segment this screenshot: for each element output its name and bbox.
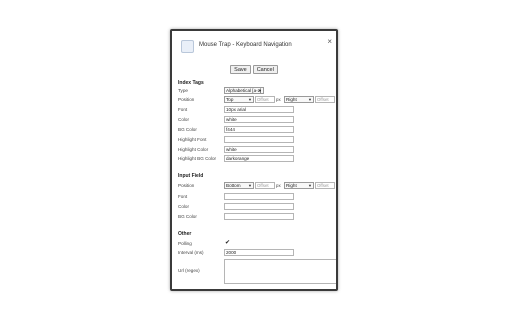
index-highlight-bg-color-row: Highlight BG Color darkorange — [178, 155, 334, 163]
close-icon[interactable]: × — [327, 38, 332, 46]
polling-checkbox[interactable]: ✔ — [224, 240, 231, 247]
index-font-input[interactable]: 10px arial — [224, 106, 294, 113]
input-position-horizontal-select[interactable]: Right ▼ — [284, 182, 314, 189]
index-font-row: Font 10px arial — [178, 106, 334, 114]
index-vertical-offset-input[interactable]: Offset — [255, 96, 275, 103]
input-position-vertical-select[interactable]: Bottom ▼ — [224, 182, 254, 189]
index-bg-color-label: BG Color — [178, 127, 197, 132]
chevron-down-icon: ▼ — [248, 97, 252, 102]
index-color-row: Color white — [178, 116, 334, 124]
input-color-label: Color — [178, 204, 189, 209]
section-heading-index-tags: Index Tags — [178, 80, 204, 86]
chevron-down-icon: ▼ — [308, 97, 312, 102]
input-font-input[interactable] — [224, 193, 294, 200]
dialog-title: Mouse Trap - Keyboard Navigation — [199, 42, 292, 48]
index-highlight-bg-color-input[interactable]: darkorange — [224, 155, 294, 162]
index-color-input[interactable]: white — [224, 116, 294, 123]
index-position-horizontal-select[interactable]: Right ▼ — [284, 96, 314, 103]
chevron-down-icon: ▼ — [308, 183, 312, 188]
index-horizontal-offset-input[interactable]: Offset — [315, 96, 335, 103]
chevron-down-icon: ▼ — [248, 183, 252, 188]
input-bg-color-input[interactable] — [224, 213, 294, 220]
index-type-row: Type Alphabetical [a-z] ▼ — [178, 87, 334, 95]
input-color-row: Color — [178, 203, 334, 211]
url-regex-label: Url (regex) — [178, 268, 200, 273]
interval-row: Interval (ms) 2000 — [178, 249, 334, 257]
polling-label: Polling — [178, 241, 192, 246]
index-highlight-color-label: Highlight Color — [178, 147, 209, 152]
index-highlight-font-label: Highlight Font — [178, 137, 207, 142]
action-bar: Save Cancel — [172, 65, 336, 74]
index-position-horizontal-value: Right — [286, 97, 297, 102]
section-heading-other: Other — [178, 231, 192, 237]
cancel-button[interactable]: Cancel — [252, 65, 278, 74]
mouse-trap-app-icon — [181, 40, 194, 53]
index-highlight-font-input[interactable] — [224, 136, 294, 143]
index-bg-color-input[interactable]: f444 — [224, 126, 294, 133]
section-heading-input-field: Input Field — [178, 173, 204, 179]
url-regex-textarea[interactable] — [224, 259, 336, 284]
input-horizontal-offset-unit: px — [336, 183, 338, 188]
index-highlight-font-row: Highlight Font — [178, 136, 334, 144]
save-button[interactable]: Save — [230, 65, 251, 74]
input-horizontal-offset-input[interactable]: Offset — [315, 182, 335, 189]
input-position-row: Position Bottom ▼ Offset px Right ▼ Offs… — [178, 182, 335, 190]
index-horizontal-offset-unit: px — [336, 97, 338, 102]
input-position-vertical-value: Bottom — [226, 183, 241, 188]
interval-label: Interval (ms) — [178, 250, 204, 255]
index-position-vertical-select[interactable]: Top ▼ — [224, 96, 254, 103]
index-highlight-bg-color-label: Highlight BG Color — [178, 156, 217, 161]
index-type-select[interactable]: Alphabetical [a-z] ▼ — [224, 87, 264, 94]
index-type-label: Type — [178, 88, 188, 93]
input-position-horizontal-value: Right — [286, 183, 297, 188]
input-vertical-offset-input[interactable]: Offset — [255, 182, 275, 189]
index-bg-color-row: BG Color f444 — [178, 126, 334, 134]
input-font-row: Font — [178, 193, 334, 201]
index-highlight-color-row: Highlight Color white — [178, 146, 334, 154]
input-vertical-offset-unit: px — [276, 183, 281, 188]
index-position-vertical-value: Top — [226, 97, 234, 102]
url-regex-row: Url (regex) — [178, 259, 336, 285]
index-type-value: Alphabetical [a-z] — [226, 88, 262, 93]
settings-dialog: Mouse Trap - Keyboard Navigation × Save … — [170, 29, 338, 291]
dialog-header: Mouse Trap - Keyboard Navigation × — [172, 31, 336, 61]
index-highlight-color-input[interactable]: white — [224, 146, 294, 153]
chevron-down-icon: ▼ — [258, 88, 262, 93]
input-font-label: Font — [178, 194, 188, 199]
input-position-label: Position — [178, 183, 195, 188]
index-color-label: Color — [178, 117, 189, 122]
index-font-label: Font — [178, 107, 188, 112]
index-position-row: Position Top ▼ Offset px Right ▼ Offset … — [178, 96, 335, 104]
interval-input[interactable]: 2000 — [224, 249, 294, 256]
index-position-label: Position — [178, 97, 195, 102]
polling-row: Polling ✔ — [178, 240, 334, 248]
input-bg-color-label: BG Color — [178, 214, 197, 219]
input-bg-color-row: BG Color — [178, 213, 334, 221]
index-vertical-offset-unit: px — [276, 97, 281, 102]
input-color-input[interactable] — [224, 203, 294, 210]
